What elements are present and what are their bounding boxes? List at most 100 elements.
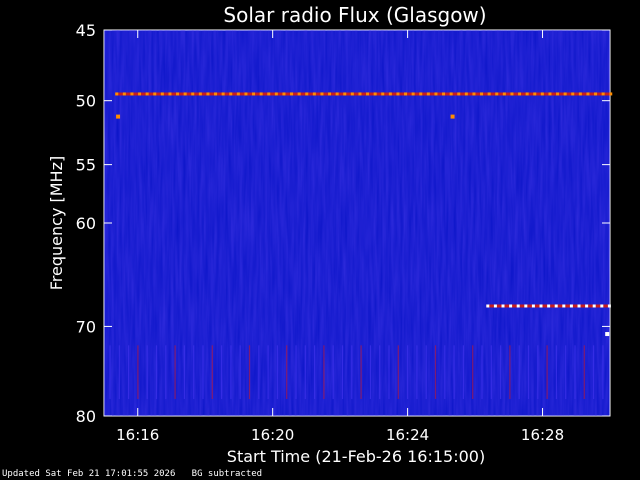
plot-noise xyxy=(104,30,610,416)
emission-dot xyxy=(244,92,248,96)
emission-dot xyxy=(122,92,126,96)
emission-dot xyxy=(442,92,446,96)
emission-dot xyxy=(229,92,233,96)
emission-dot xyxy=(539,304,543,308)
emission-dot xyxy=(540,92,544,96)
x-axis-label: Start Time (21-Feb-26 16:15:00) xyxy=(227,447,485,466)
emission-dot xyxy=(472,92,476,96)
emission-dot xyxy=(509,304,513,308)
emission-dot xyxy=(373,92,377,96)
emission-dot xyxy=(115,92,119,96)
emission-dot xyxy=(396,92,400,96)
emission-dot xyxy=(562,304,566,308)
emission-dot xyxy=(183,92,187,96)
emission-dot xyxy=(495,92,499,96)
x-tick-label: 16:28 xyxy=(521,426,564,444)
emission-dot xyxy=(350,92,354,96)
emission-dot xyxy=(138,92,142,96)
emission-dot xyxy=(290,92,294,96)
emission-dot xyxy=(569,304,573,308)
emission-dot xyxy=(556,92,560,96)
y-axis-label: Frequency [MHz] xyxy=(47,156,66,290)
y-tick-label: 50 xyxy=(76,92,96,111)
emission-dot xyxy=(282,92,286,96)
emission-dot xyxy=(343,92,347,96)
emission-dot xyxy=(434,92,438,96)
emission-dot xyxy=(274,92,278,96)
emission-dot xyxy=(267,92,271,96)
x-tick-label: 16:20 xyxy=(251,426,294,444)
emission-dot xyxy=(525,92,529,96)
emission-dot xyxy=(601,92,605,96)
emission-dot xyxy=(516,304,520,308)
footer: Updated Sat Feb 21 17:01:55 2026 BG subt… xyxy=(2,469,262,479)
emission-dot xyxy=(464,92,468,96)
emission-dot xyxy=(198,92,202,96)
emission-dot xyxy=(577,304,581,308)
y-tick-label: 45 xyxy=(76,21,96,40)
emission-dot xyxy=(168,92,172,96)
y-tick-label: 80 xyxy=(76,407,96,426)
emission-spot xyxy=(605,332,610,337)
emission-dot xyxy=(176,92,180,96)
emission-dot xyxy=(548,92,552,96)
emission-dot xyxy=(191,92,195,96)
emission-dot xyxy=(426,92,430,96)
emission-dot xyxy=(449,92,453,96)
emission-dot xyxy=(533,92,537,96)
x-tick-label: 16:24 xyxy=(386,426,429,444)
emission-dot xyxy=(305,92,309,96)
emission-dot xyxy=(563,92,567,96)
emission-dot xyxy=(531,304,535,308)
emission-dot xyxy=(404,92,408,96)
emission-dot xyxy=(585,304,589,308)
emission-dot xyxy=(607,304,611,308)
y-tick-label: 55 xyxy=(76,156,96,175)
emission-spot xyxy=(450,114,455,119)
emission-dot xyxy=(600,304,604,308)
updated-timestamp: Updated Sat Feb 21 17:01:55 2026 xyxy=(2,469,176,479)
emission-dot xyxy=(457,92,461,96)
emission-dot xyxy=(578,92,582,96)
chart-title: Solar radio Flux (Glasgow) xyxy=(223,3,486,27)
emission-dot xyxy=(419,92,423,96)
emission-spot xyxy=(116,114,121,119)
emission-dot xyxy=(502,92,506,96)
emission-dot xyxy=(487,92,491,96)
emission-dot xyxy=(518,92,522,96)
emission-dot xyxy=(480,92,484,96)
emission-dot xyxy=(411,92,415,96)
emission-dot xyxy=(214,92,218,96)
emission-dot xyxy=(554,304,558,308)
emission-dot xyxy=(236,92,240,96)
emission-dot xyxy=(153,92,157,96)
emission-dot xyxy=(594,92,598,96)
emission-dot xyxy=(297,92,301,96)
emission-dot xyxy=(547,304,551,308)
emission-dot xyxy=(366,92,370,96)
emission-dot xyxy=(501,304,505,308)
emission-dot xyxy=(493,304,497,308)
emission-dot xyxy=(592,304,596,308)
background-note: BG subtracted xyxy=(191,469,263,479)
x-tick-label: 16:16 xyxy=(116,426,159,444)
emission-dot xyxy=(510,92,514,96)
emission-dot xyxy=(221,92,225,96)
emission-dot xyxy=(160,92,164,96)
emission-dot xyxy=(312,92,316,96)
emission-dot xyxy=(206,92,210,96)
emission-dot xyxy=(609,92,613,96)
emission-dot xyxy=(388,92,392,96)
emission-dot xyxy=(571,92,575,96)
emission-dot xyxy=(486,304,490,308)
emission-dot xyxy=(130,92,134,96)
y-tick-label: 60 xyxy=(76,214,96,233)
emission-dot xyxy=(252,92,256,96)
emission-dot xyxy=(586,92,590,96)
y-tick-label: 70 xyxy=(76,317,96,336)
emission-dot xyxy=(381,92,385,96)
emission-dot xyxy=(328,92,332,96)
emission-dot xyxy=(320,92,324,96)
emission-dot xyxy=(259,92,263,96)
emission-dot xyxy=(358,92,362,96)
